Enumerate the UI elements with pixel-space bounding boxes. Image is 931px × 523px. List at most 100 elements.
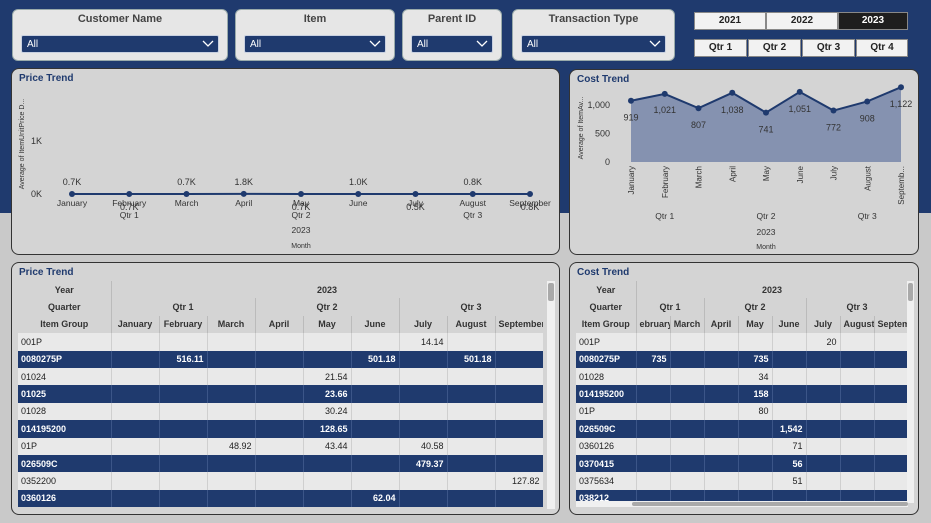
value-cell bbox=[159, 367, 208, 386]
table-row[interactable]: 001P 14.14 bbox=[18, 333, 543, 351]
year-button-2021[interactable]: 2021 bbox=[694, 12, 766, 30]
table-row[interactable]: 026509C 479.37 bbox=[18, 454, 543, 473]
table-row[interactable]: 01028 34 bbox=[576, 367, 908, 386]
value-cell bbox=[738, 420, 773, 438]
value-cell bbox=[159, 402, 208, 421]
cost-table-horizontal-scrollbar[interactable] bbox=[576, 501, 908, 507]
value-cell bbox=[159, 437, 208, 455]
parent-id-dropdown[interactable]: All bbox=[411, 35, 493, 53]
table-row[interactable]: 0370415 56 bbox=[576, 454, 908, 473]
table-row[interactable]: 0080275P 735 735 bbox=[576, 350, 908, 368]
quarter-button-qtr4[interactable]: Qtr 4 bbox=[856, 39, 908, 57]
value-cell: 735 bbox=[738, 350, 773, 368]
table-row[interactable]: 01028 30.24 bbox=[18, 402, 543, 421]
customer-name-dropdown[interactable]: All bbox=[21, 35, 219, 53]
value-cell bbox=[495, 420, 543, 438]
item-value: All bbox=[250, 39, 262, 50]
cost-table-hscroll-thumb[interactable] bbox=[632, 502, 908, 506]
value-cell bbox=[447, 454, 496, 473]
cost-table-scrollbar[interactable] bbox=[907, 281, 914, 503]
month-header[interactable]: April bbox=[255, 315, 304, 334]
table-row[interactable]: 01024 21.54 bbox=[18, 367, 543, 386]
price-table-viewport: Year 2023 Quarter Qtr 1 Qtr 2 Qtr 3 Item Group… bbox=[18, 281, 543, 511]
month-header[interactable]: August bbox=[840, 315, 875, 334]
table-row[interactable]: 026509C 1,542 bbox=[576, 420, 908, 438]
quarter-button-qtr3[interactable]: Qtr 3 bbox=[802, 39, 855, 57]
data-label: 1,051 bbox=[788, 104, 811, 114]
table-row[interactable]: 0375634 51 bbox=[576, 472, 908, 490]
table-row[interactable]: 014195200 128.65 bbox=[18, 420, 543, 438]
table-row[interactable]: 0360126 71 bbox=[576, 437, 908, 455]
year-button-2022[interactable]: 2022 bbox=[766, 12, 838, 30]
month-header[interactable]: July bbox=[399, 315, 448, 334]
value-cell bbox=[840, 367, 875, 386]
value-cell bbox=[159, 385, 208, 403]
item-dropdown[interactable]: All bbox=[244, 35, 386, 53]
value-cell bbox=[111, 385, 160, 403]
value-cell bbox=[207, 454, 256, 473]
cost-trend-table-title: Cost Trend bbox=[577, 267, 630, 278]
value-cell: 30.24 bbox=[303, 402, 352, 421]
month-header[interactable]: September bbox=[874, 315, 908, 334]
month-header[interactable]: March bbox=[207, 315, 256, 334]
table-row[interactable]: 014195200 158 bbox=[576, 385, 908, 403]
value-cell bbox=[772, 333, 807, 351]
chevron-down-icon bbox=[202, 40, 214, 47]
value-cell bbox=[255, 420, 304, 438]
transaction-type-slicer: Transaction Type All bbox=[512, 9, 675, 61]
value-cell bbox=[636, 402, 671, 421]
value-cell bbox=[738, 437, 773, 455]
value-cell bbox=[840, 437, 875, 455]
value-cell bbox=[447, 489, 496, 508]
value-cell bbox=[111, 472, 160, 490]
value-cell bbox=[351, 402, 400, 421]
quarter-button-qtr1[interactable]: Qtr 1 bbox=[694, 39, 747, 57]
value-cell bbox=[636, 437, 671, 455]
cost-table-scroll-thumb[interactable] bbox=[908, 283, 913, 301]
value-cell bbox=[670, 350, 705, 368]
cost-trend-chart: 919 1,021 807 1,038 741 1,051 772 908 1,122 0 500 1… bbox=[578, 84, 912, 251]
table-row[interactable]: 001P 20 bbox=[576, 333, 908, 351]
value-cell bbox=[351, 385, 400, 403]
data-label: 0.8K bbox=[463, 177, 482, 187]
price-trend-matrix: Year 2023 Quarter Qtr 1 Qtr 2 Qtr 3 Item Group… bbox=[18, 281, 543, 508]
value-cell bbox=[495, 350, 543, 368]
table-row[interactable]: 0360126 62.04 bbox=[18, 489, 543, 508]
month-header[interactable]: May bbox=[303, 315, 352, 334]
month-header[interactable]: ebruary bbox=[636, 315, 671, 334]
month-header[interactable]: March bbox=[670, 315, 705, 334]
value-cell bbox=[207, 350, 256, 368]
month-header[interactable]: June bbox=[351, 315, 400, 334]
data-point bbox=[355, 190, 362, 197]
table-row[interactable]: 01025 23.66 bbox=[18, 385, 543, 403]
data-point bbox=[69, 190, 75, 197]
month-header[interactable]: May bbox=[738, 315, 773, 334]
table-row[interactable]: 01P 48.92 43.44 40.58 bbox=[18, 437, 543, 455]
price-table-scroll-thumb[interactable] bbox=[548, 283, 554, 301]
month-header[interactable]: September bbox=[495, 315, 543, 334]
table-row[interactable]: 01P 80 bbox=[576, 402, 908, 421]
data-point bbox=[695, 105, 702, 112]
month-header[interactable]: February bbox=[159, 315, 208, 334]
value-cell bbox=[447, 402, 496, 421]
table-row[interactable]: 0080275P 516.11 501.18 501.18 bbox=[18, 350, 543, 368]
data-point bbox=[729, 89, 736, 96]
month-header[interactable]: July bbox=[806, 315, 841, 334]
value-cell bbox=[159, 420, 208, 438]
data-point bbox=[763, 109, 769, 116]
chevron-down-icon bbox=[649, 40, 661, 47]
value-cell: 56 bbox=[772, 454, 807, 473]
month-header[interactable]: August bbox=[447, 315, 496, 334]
month-header[interactable]: April bbox=[704, 315, 739, 334]
value-cell bbox=[351, 454, 400, 473]
table-row[interactable]: 0352200 127.82 bbox=[18, 472, 543, 490]
year-button-2023[interactable]: 2023 bbox=[838, 12, 908, 30]
value-cell bbox=[447, 385, 496, 403]
value-cell bbox=[670, 454, 705, 473]
month-header[interactable]: January bbox=[111, 315, 160, 334]
month-header[interactable]: June bbox=[772, 315, 807, 334]
quarter-button-qtr2[interactable]: Qtr 2 bbox=[748, 39, 801, 57]
transaction-type-dropdown[interactable]: All bbox=[521, 35, 666, 53]
price-table-scrollbar[interactable] bbox=[547, 281, 555, 509]
x-tick-label: April bbox=[235, 198, 252, 208]
